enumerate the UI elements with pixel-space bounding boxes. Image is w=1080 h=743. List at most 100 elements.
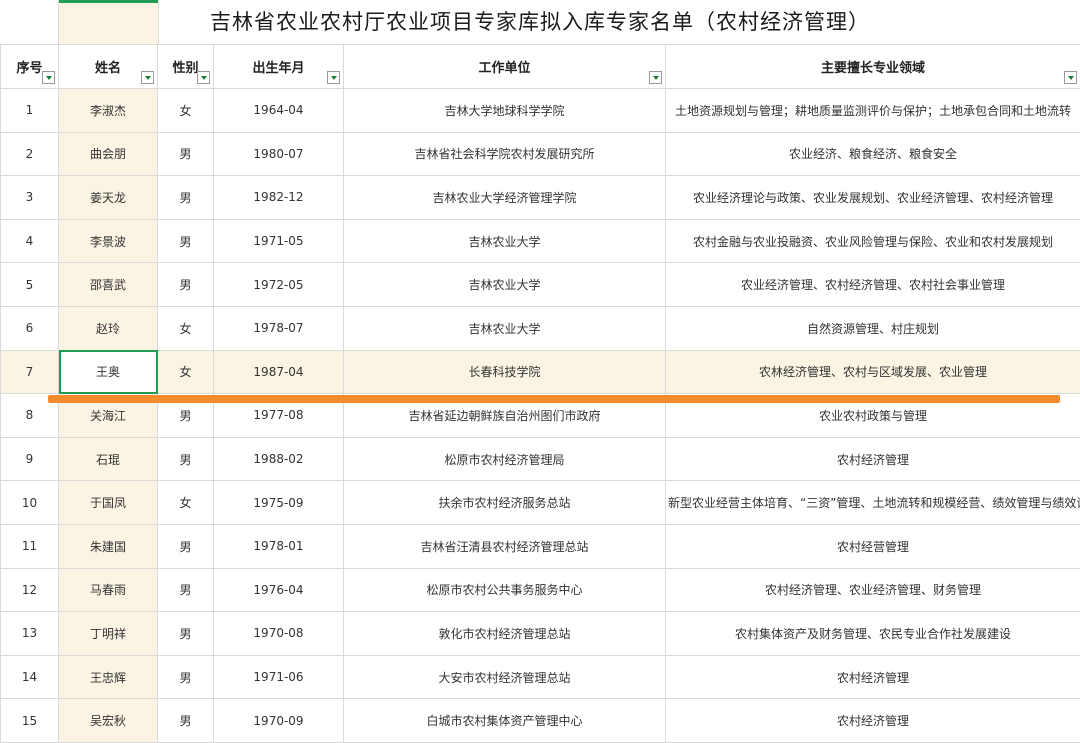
cell-name[interactable]: 李淑杰 xyxy=(59,89,158,133)
cell-birth[interactable]: 1978-07 xyxy=(214,306,344,350)
cell-field[interactable]: 农业经济、粮食经济、粮食安全 xyxy=(666,132,1080,176)
cell-seq[interactable]: 9 xyxy=(1,437,59,481)
filter-dropdown-icon[interactable] xyxy=(649,71,662,84)
cell-field[interactable]: 农村经营管理 xyxy=(666,524,1080,568)
cell-birth[interactable]: 1975-09 xyxy=(214,481,344,525)
cell-gender[interactable]: 女 xyxy=(158,89,214,133)
cell-gender[interactable]: 男 xyxy=(158,437,214,481)
cell-field[interactable]: 农村经济管理 xyxy=(666,699,1080,743)
cell-seq[interactable]: 7 xyxy=(1,350,59,394)
cell-name[interactable]: 王忠辉 xyxy=(59,655,158,699)
cell-unit[interactable]: 长春科技学院 xyxy=(344,350,666,394)
cell-gender[interactable]: 男 xyxy=(158,263,214,307)
filter-dropdown-icon[interactable] xyxy=(327,71,340,84)
cell-seq[interactable]: 15 xyxy=(1,699,59,743)
header-name[interactable]: 姓名 xyxy=(59,45,158,89)
cell-birth[interactable]: 1976-04 xyxy=(214,568,344,612)
cell-unit[interactable]: 吉林农业大学 xyxy=(344,306,666,350)
cell-unit[interactable]: 大安市农村经济管理总站 xyxy=(344,655,666,699)
cell-birth[interactable]: 1970-09 xyxy=(214,699,344,743)
header-gender[interactable]: 性别 xyxy=(158,45,214,89)
cell-seq[interactable]: 6 xyxy=(1,306,59,350)
cell-gender[interactable]: 男 xyxy=(158,655,214,699)
cell-seq[interactable]: 1 xyxy=(1,89,59,133)
cell-birth[interactable]: 1982-12 xyxy=(214,176,344,220)
cell-unit[interactable]: 敦化市农村经济管理总站 xyxy=(344,612,666,656)
filter-dropdown-icon[interactable] xyxy=(42,71,55,84)
cell-birth[interactable]: 1978-01 xyxy=(214,524,344,568)
header-row: 序号 姓名 性别 出生年月 工作单位 xyxy=(1,45,1080,89)
cell-unit[interactable]: 吉林省社会科学院农村发展研究所 xyxy=(344,132,666,176)
cell-field[interactable]: 土地资源规划与管理；耕地质量监测评价与保护；土地承包合同和土地流转 xyxy=(666,89,1080,133)
cell-gender[interactable]: 女 xyxy=(158,481,214,525)
filter-dropdown-icon[interactable] xyxy=(141,71,154,84)
cell-name[interactable]: 王奥 xyxy=(59,350,158,394)
cell-gender[interactable]: 男 xyxy=(158,524,214,568)
cell-seq[interactable]: 2 xyxy=(1,132,59,176)
header-field[interactable]: 主要擅长专业领域 xyxy=(666,45,1080,89)
cell-name[interactable]: 赵玲 xyxy=(59,306,158,350)
cell-birth[interactable]: 1987-04 xyxy=(214,350,344,394)
header-unit[interactable]: 工作单位 xyxy=(344,45,666,89)
cell-birth[interactable]: 1980-07 xyxy=(214,132,344,176)
cell-birth[interactable]: 1988-02 xyxy=(214,437,344,481)
cell-birth[interactable]: 1972-05 xyxy=(214,263,344,307)
cell-gender[interactable]: 男 xyxy=(158,612,214,656)
header-seq[interactable]: 序号 xyxy=(1,45,59,89)
cell-unit[interactable]: 吉林省汪清县农村经济管理总站 xyxy=(344,524,666,568)
cell-name[interactable]: 吴宏秋 xyxy=(59,699,158,743)
cell-name[interactable]: 丁明祥 xyxy=(59,612,158,656)
cell-unit[interactable]: 扶余市农村经济服务总站 xyxy=(344,481,666,525)
cell-unit[interactable]: 吉林农业大学经济管理学院 xyxy=(344,176,666,220)
cell-gender[interactable]: 男 xyxy=(158,699,214,743)
cell-unit[interactable]: 白城市农村集体资产管理中心 xyxy=(344,699,666,743)
cell-birth[interactable]: 1971-05 xyxy=(214,219,344,263)
cell-field[interactable]: 农林经济管理、农村与区域发展、农业管理 xyxy=(666,350,1080,394)
cell-gender[interactable]: 女 xyxy=(158,350,214,394)
filter-dropdown-icon[interactable] xyxy=(1064,71,1077,84)
cell-seq[interactable]: 14 xyxy=(1,655,59,699)
cell-seq[interactable]: 5 xyxy=(1,263,59,307)
header-birth[interactable]: 出生年月 xyxy=(214,45,344,89)
cell-name[interactable]: 朱建国 xyxy=(59,524,158,568)
cell-seq[interactable]: 12 xyxy=(1,568,59,612)
cell-seq[interactable]: 13 xyxy=(1,612,59,656)
cell-gender[interactable]: 男 xyxy=(158,176,214,220)
cell-field[interactable]: 农村经济管理、农业经济管理、财务管理 xyxy=(666,568,1080,612)
cell-name[interactable]: 石琨 xyxy=(59,437,158,481)
cell-field[interactable]: 农业经济管理、农村经济管理、农村社会事业管理 xyxy=(666,263,1080,307)
cell-unit[interactable]: 松原市农村经济管理局 xyxy=(344,437,666,481)
cell-name[interactable]: 马春雨 xyxy=(59,568,158,612)
cell-field[interactable]: 农村金融与农业投融资、农业风险管理与保险、农业和农村发展规划 xyxy=(666,219,1080,263)
cell-birth[interactable]: 1971-06 xyxy=(214,655,344,699)
cell-name[interactable]: 邵喜武 xyxy=(59,263,158,307)
cell-unit[interactable]: 吉林农业大学 xyxy=(344,263,666,307)
cell-birth[interactable]: 1970-08 xyxy=(214,612,344,656)
cell-name[interactable]: 曲会朋 xyxy=(59,132,158,176)
cell-name[interactable]: 李景波 xyxy=(59,219,158,263)
cell-field[interactable]: 新型农业经营主体培育、“三资”管理、土地流转和规模经营、绩效管理与绩效评价、农业… xyxy=(666,481,1080,525)
cell-seq[interactable]: 11 xyxy=(1,524,59,568)
table-row: 7王奥女1987-04长春科技学院农林经济管理、农村与区域发展、农业管理 xyxy=(1,350,1080,394)
cell-unit[interactable]: 吉林大学地球科学学院 xyxy=(344,89,666,133)
cell-unit[interactable]: 松原市农村公共事务服务中心 xyxy=(344,568,666,612)
filter-dropdown-icon[interactable] xyxy=(197,71,210,84)
cell-field[interactable]: 农村经济管理 xyxy=(666,655,1080,699)
cell-gender[interactable]: 男 xyxy=(158,132,214,176)
cell-seq[interactable]: 4 xyxy=(1,219,59,263)
cell-birth[interactable]: 1964-04 xyxy=(214,89,344,133)
column-b-title-cell[interactable] xyxy=(58,0,159,44)
cell-field[interactable]: 自然资源管理、村庄规划 xyxy=(666,306,1080,350)
cell-seq[interactable]: 3 xyxy=(1,176,59,220)
cell-gender[interactable]: 男 xyxy=(158,219,214,263)
cell-name[interactable]: 姜天龙 xyxy=(59,176,158,220)
cell-unit[interactable]: 吉林农业大学 xyxy=(344,219,666,263)
cell-gender[interactable]: 女 xyxy=(158,306,214,350)
cell-gender[interactable]: 男 xyxy=(158,568,214,612)
cell-name[interactable]: 于国凤 xyxy=(59,481,158,525)
cell-field[interactable]: 农村经济管理 xyxy=(666,437,1080,481)
table-row: 9石琨男1988-02松原市农村经济管理局农村经济管理 xyxy=(1,437,1080,481)
cell-field[interactable]: 农业经济理论与政策、农业发展规划、农业经济管理、农村经济管理 xyxy=(666,176,1080,220)
cell-seq[interactable]: 10 xyxy=(1,481,59,525)
cell-field[interactable]: 农村集体资产及财务管理、农民专业合作社发展建设 xyxy=(666,612,1080,656)
